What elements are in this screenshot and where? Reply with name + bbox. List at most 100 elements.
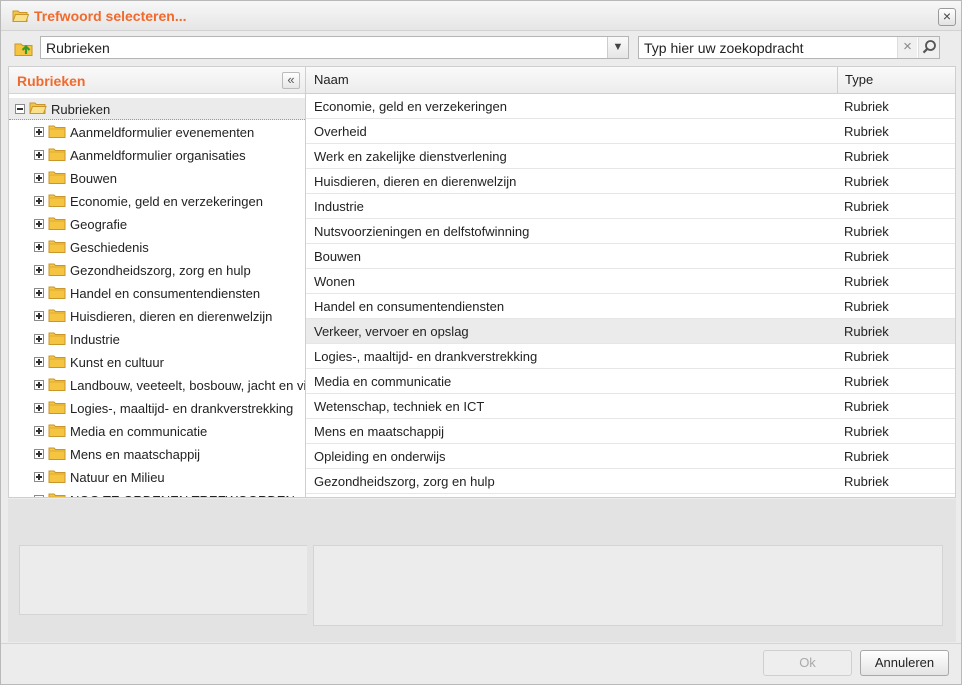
tree-node[interactable]: Geschiedenis (9, 236, 305, 259)
tree-node[interactable]: Logies-, maaltijd- en drankverstrekking (9, 397, 305, 420)
tree-node[interactable]: Geografie (9, 213, 305, 236)
tree-node-label: Economie, geld en verzekeringen (70, 194, 263, 209)
table-row[interactable]: Huisdieren, dieren en dierenwelzijn Rubri… (306, 169, 955, 194)
expand-node-icon[interactable] (34, 265, 44, 275)
table-row[interactable]: Industrie Rubriek (306, 194, 955, 219)
tree-node-label: Natuur en Milieu (70, 470, 165, 485)
tree-node[interactable]: Landbouw, veeteelt, bosbouw, jacht en vi… (9, 374, 305, 397)
tree-node[interactable]: NOG TE ORDENEN TREFWOORDEN (9, 489, 305, 497)
toolbar: Rubrieken ▼ × (1, 32, 961, 64)
expand-node-icon[interactable] (34, 311, 44, 321)
expand-node-icon[interactable] (34, 449, 44, 459)
expand-node-icon[interactable] (34, 173, 44, 183)
cell-type: Rubriek (844, 374, 889, 389)
cell-naam: Wonen (314, 274, 355, 289)
expand-node-icon[interactable] (34, 219, 44, 229)
tree-node[interactable]: Economie, geld en verzekeringen (9, 190, 305, 213)
table-row[interactable]: Handel en consumentendiensten Rubriek (306, 294, 955, 319)
table-row[interactable]: Bouwen Rubriek (306, 244, 955, 269)
expand-node-icon[interactable] (34, 127, 44, 137)
table-row[interactable]: Verkeer, vervoer en opslag Rubriek (306, 319, 955, 344)
close-icon: × (942, 8, 952, 24)
tree-node[interactable]: Huisdieren, dieren en dierenwelzijn (9, 305, 305, 328)
cell-type: Rubriek (844, 299, 889, 314)
tree-node[interactable]: Industrie (9, 328, 305, 351)
tree-node[interactable]: Bouwen (9, 167, 305, 190)
column-divider[interactable] (837, 67, 838, 94)
cell-naam: Huisdieren, dieren en dierenwelzijn (314, 174, 517, 189)
table-row[interactable]: Nutsvoorzieningen en delfstofwinning Rubr… (306, 219, 955, 244)
expand-node-icon[interactable] (34, 242, 44, 252)
table-row[interactable]: Economie, geld en verzekeringen Rubriek (306, 94, 955, 119)
close-button[interactable]: × (938, 8, 956, 26)
chevron-down-icon[interactable]: ▼ (607, 37, 628, 58)
folder-icon (48, 216, 66, 233)
cell-naam: Verkeer, vervoer en opslag (314, 324, 469, 339)
table-row[interactable]: Gezondheidszorg, zorg en hulp Rubriek (306, 469, 955, 494)
tree-node[interactable]: Aanmeldformulier organisaties (9, 144, 305, 167)
cell-type: Rubriek (844, 99, 889, 114)
table-row[interactable]: Wonen Rubriek (306, 269, 955, 294)
dialog-footer: Ok Annuleren (1, 643, 961, 684)
folder-icon (48, 400, 66, 417)
expand-node-icon[interactable] (34, 403, 44, 413)
dialog-title: Trefwoord selecteren... (34, 8, 187, 24)
tree-node[interactable]: Aanmeldformulier evenementen (9, 121, 305, 144)
cell-type: Rubriek (844, 324, 889, 339)
tree-title: Rubrieken (17, 73, 86, 89)
grid-rows: Economie, geld en verzekeringen Rubriek Ov… (306, 94, 955, 494)
expand-node-icon[interactable] (34, 288, 44, 298)
cell-naam: Gezondheidszorg, zorg en hulp (314, 474, 495, 489)
table-row[interactable]: Media en communicatie Rubriek (306, 369, 955, 394)
cancel-button[interactable]: Annuleren (860, 650, 949, 676)
detail-panel-left (19, 545, 307, 615)
folder-up-icon[interactable] (14, 39, 34, 60)
tree-node[interactable]: Handel en consumentendiensten (9, 282, 305, 305)
expand-node-icon[interactable] (34, 196, 44, 206)
cell-type: Rubriek (844, 424, 889, 439)
search-input[interactable] (639, 37, 897, 58)
table-row[interactable]: Opleiding en onderwijs Rubriek (306, 444, 955, 469)
tree-children: Aanmeldformulier evenementen Aanmeldformu… (9, 121, 305, 497)
cell-type: Rubriek (844, 449, 889, 464)
search-icon[interactable] (918, 37, 939, 58)
table-row[interactable]: Overheid Rubriek (306, 119, 955, 144)
tree-node[interactable]: Kunst en cultuur (9, 351, 305, 374)
tree-node[interactable]: Media en communicatie (9, 420, 305, 443)
folder-icon (48, 331, 66, 348)
cell-type: Rubriek (844, 274, 889, 289)
expand-node-icon[interactable] (34, 426, 44, 436)
table-row[interactable]: Mens en maatschappij Rubriek (306, 419, 955, 444)
column-header-naam[interactable]: Naam (314, 72, 349, 87)
tree-node[interactable]: Mens en maatschappij (9, 443, 305, 466)
folder-icon (48, 193, 66, 210)
expand-node-icon[interactable] (34, 495, 44, 497)
tree-node[interactable]: Gezondheidszorg, zorg en hulp (9, 259, 305, 282)
cell-type: Rubriek (844, 149, 889, 164)
table-row[interactable]: Wetenschap, techniek en ICT Rubriek (306, 394, 955, 419)
expand-node-icon[interactable] (34, 334, 44, 344)
tree-node[interactable]: Natuur en Milieu (9, 466, 305, 489)
expand-node-icon[interactable] (34, 357, 44, 367)
table-row[interactable]: Werk en zakelijke dienstverlening Rubriek (306, 144, 955, 169)
category-combobox[interactable]: Rubrieken ▼ (40, 36, 629, 59)
cell-naam: Wetenschap, techniek en ICT (314, 399, 485, 414)
column-header-type[interactable]: Type (845, 72, 873, 87)
table-row[interactable]: Logies-, maaltijd- en drankverstrekking R… (306, 344, 955, 369)
cell-type: Rubriek (844, 224, 889, 239)
expand-node-icon[interactable] (34, 472, 44, 482)
folder-icon (48, 124, 66, 141)
collapse-node-icon[interactable] (15, 104, 25, 114)
ok-button[interactable]: Ok (763, 650, 852, 676)
folder-icon (48, 492, 66, 497)
tree-node-label: Landbouw, veeteelt, bosbouw, jacht en vi… (70, 378, 306, 393)
folder-icon (48, 308, 66, 325)
tree-node-label: Media en communicatie (70, 424, 208, 439)
tree-root-node[interactable]: Rubrieken (9, 98, 305, 120)
expand-node-icon[interactable] (34, 150, 44, 160)
clear-icon[interactable]: × (897, 37, 917, 58)
expand-node-icon[interactable] (34, 380, 44, 390)
detail-panel-right (313, 545, 943, 626)
collapse-panel-button[interactable]: « (282, 72, 300, 89)
tree-node-label: Aanmeldformulier evenementen (70, 125, 255, 140)
